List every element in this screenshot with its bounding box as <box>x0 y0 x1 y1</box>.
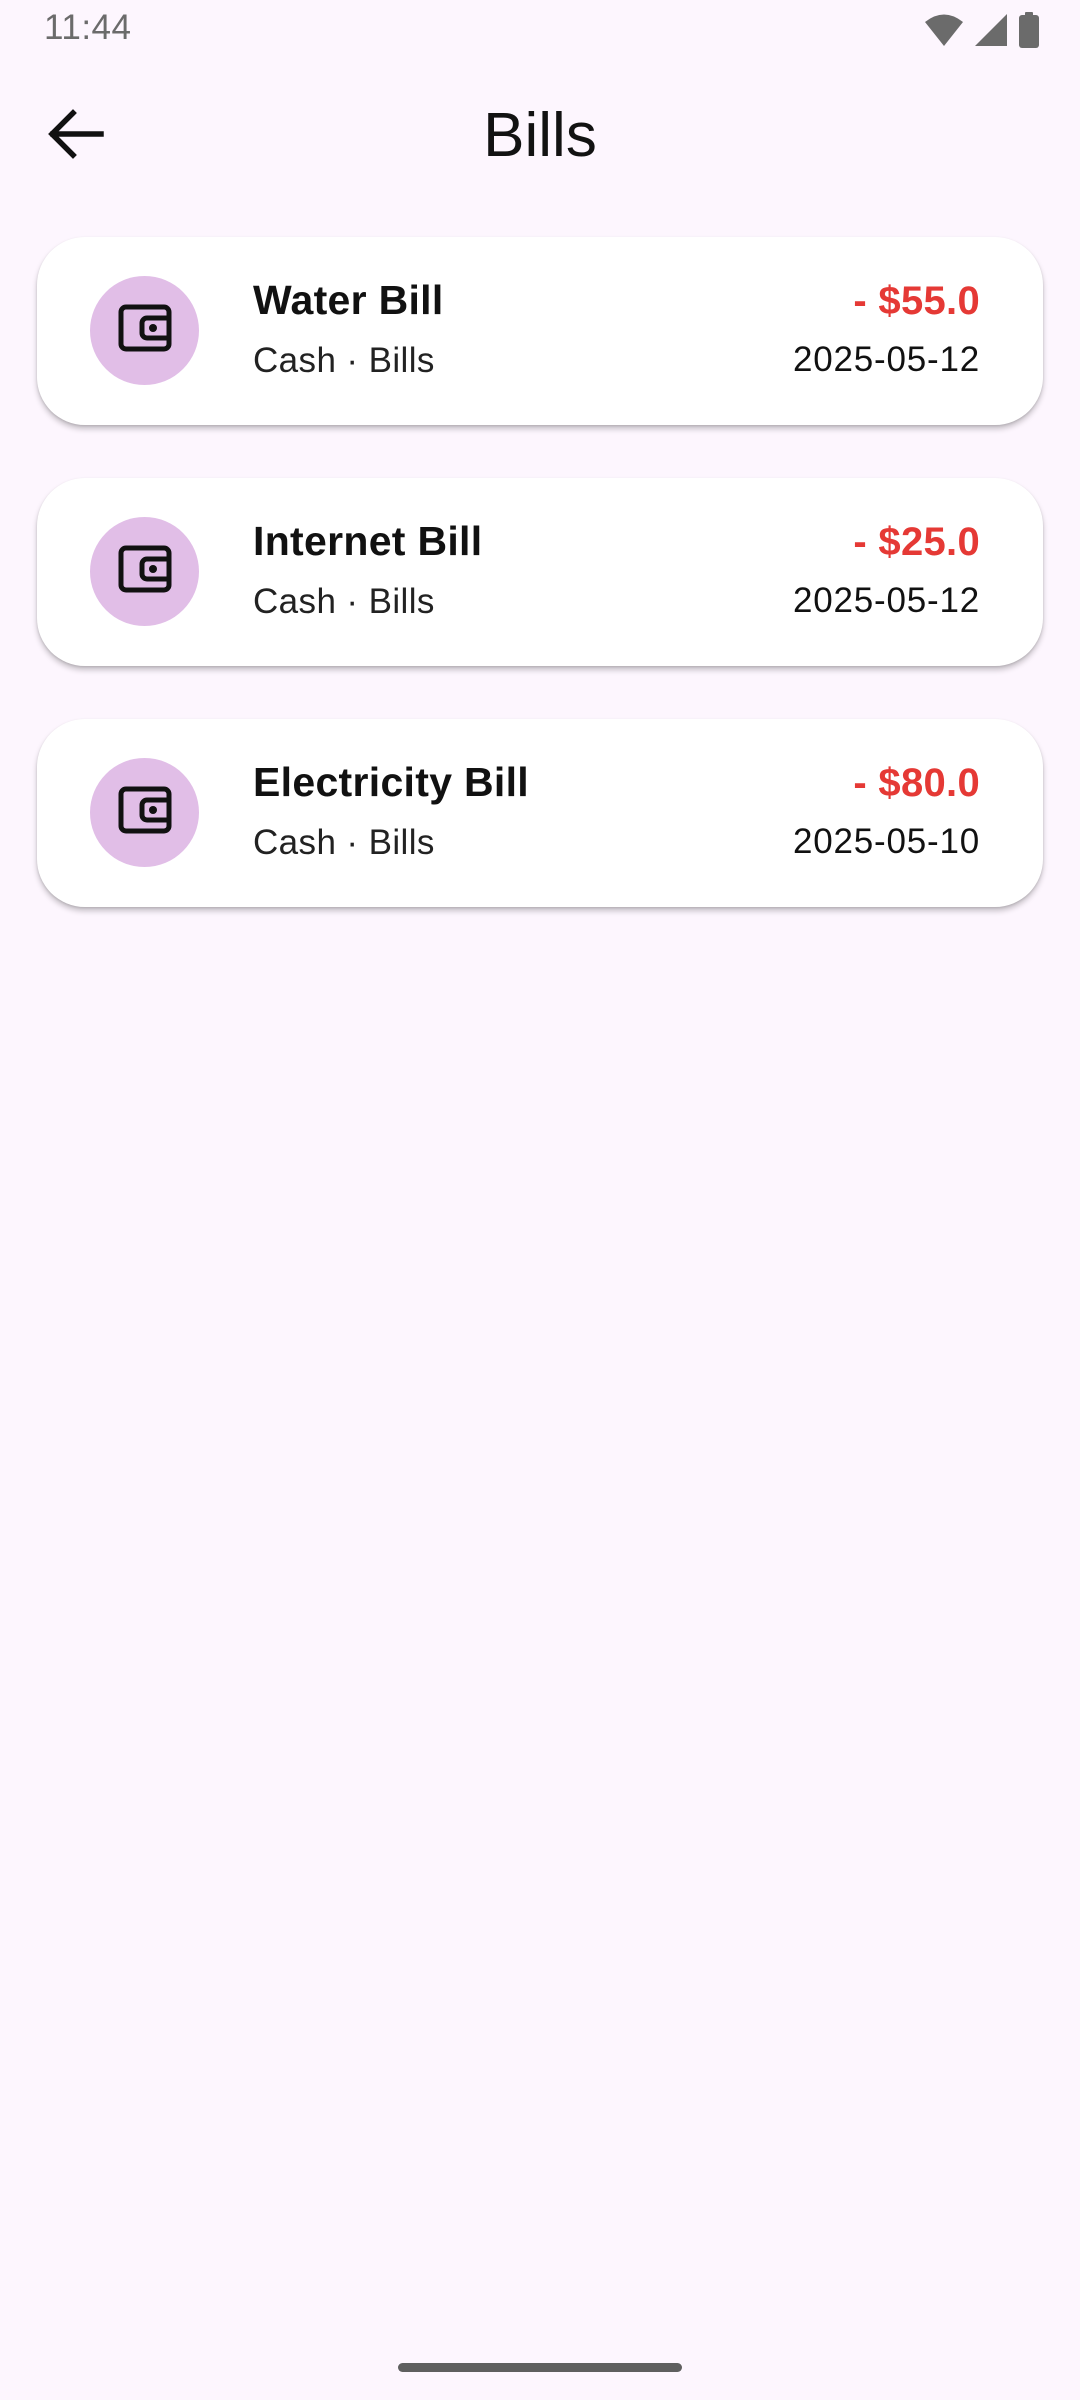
bill-subtitle: Cash · Bills <box>253 341 435 380</box>
wallet-icon <box>117 785 173 840</box>
bill-date: 2025-05-10 <box>792 822 980 861</box>
bill-amount: - $80.0 <box>853 761 980 805</box>
bill-title: Internet Bill <box>253 518 483 564</box>
bill-date: 2025-05-12 <box>792 340 980 379</box>
bill-amount: - $55.0 <box>853 279 980 323</box>
bill-list: Water Bill Cash · Bills - $55.0 2025-05-… <box>37 237 1043 960</box>
status-time: 11:44 <box>44 8 132 47</box>
cellular-signal-icon <box>974 13 1008 47</box>
wallet-icon <box>117 544 173 599</box>
wallet-icon <box>117 303 173 358</box>
bill-amount: - $25.0 <box>853 520 980 564</box>
bill-card[interactable]: Electricity Bill Cash · Bills - $80.0 20… <box>37 719 1043 907</box>
bill-card[interactable]: Internet Bill Cash · Bills - $25.0 2025-… <box>37 478 1043 666</box>
status-bar: 11:44 <box>0 0 1080 62</box>
bill-subtitle: Cash · Bills <box>253 582 435 621</box>
bill-title: Electricity Bill <box>253 759 529 805</box>
page-title: Bills <box>483 101 597 170</box>
category-avatar <box>90 517 199 626</box>
wifi-icon <box>924 13 964 47</box>
bill-date: 2025-05-12 <box>792 581 980 620</box>
category-avatar <box>90 758 199 867</box>
bill-title: Water Bill <box>253 277 444 323</box>
bill-card[interactable]: Water Bill Cash · Bills - $55.0 2025-05-… <box>37 237 1043 425</box>
battery-icon <box>1018 12 1040 48</box>
status-icons <box>924 12 1040 48</box>
home-indicator[interactable] <box>398 2363 682 2372</box>
bill-subtitle: Cash · Bills <box>253 823 435 862</box>
category-avatar <box>90 276 199 385</box>
app-bar: Bills <box>0 70 1080 200</box>
